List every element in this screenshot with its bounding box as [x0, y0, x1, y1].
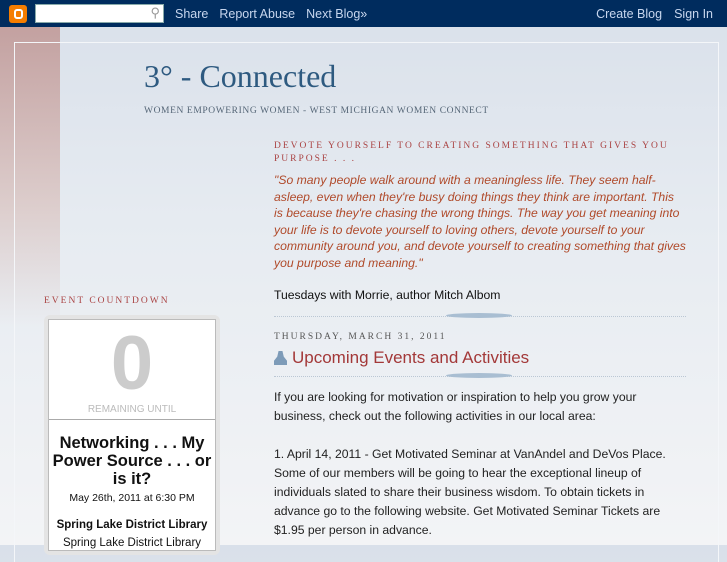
blogger-logo-icon[interactable]	[9, 4, 27, 23]
post-body: If you are looking for motivation or ins…	[274, 388, 686, 540]
post-paragraph: If you are looking for motivation or ins…	[274, 390, 637, 423]
event-date: May 26th, 2011 at 6:30 PM	[69, 492, 195, 504]
search-icon[interactable]: ⚲	[150, 5, 160, 21]
main-column: DEVOTE YOURSELF TO CREATING SOMETHING TH…	[274, 140, 686, 559]
countdown-widget: 0 REMAINING UNTIL Networking . . . My Po…	[44, 315, 220, 555]
quote-attribution: Tuesdays with Morrie, author Mitch Albom	[274, 288, 501, 302]
event-title: Networking . . . My Power Source . . . o…	[52, 434, 212, 488]
divider	[274, 310, 686, 322]
event-location: Spring Lake District Library	[56, 519, 208, 531]
blog-title[interactable]: 3° - Connected	[144, 58, 336, 95]
report-abuse-link[interactable]: Report Abuse	[219, 7, 295, 21]
sign-in-link[interactable]: Sign In	[674, 7, 713, 21]
share-link[interactable]: Share	[175, 7, 208, 21]
next-blog-link[interactable]: Next Blog»	[306, 7, 367, 21]
event-countdown-heading: EVENT COUNTDOWN	[44, 296, 170, 306]
quote-heading: DEVOTE YOURSELF TO CREATING SOMETHING TH…	[274, 141, 669, 164]
post-paragraph: 1. April 14, 2011 - Get Motivated Semina…	[274, 447, 666, 537]
blogger-navbar: ⚲ Share Report Abuse Next Blog» Create B…	[0, 0, 727, 27]
post-title-text[interactable]: Upcoming Events and Activities	[292, 348, 529, 368]
post-title[interactable]: Upcoming Events and Activities	[274, 348, 686, 368]
divider	[274, 370, 686, 382]
quote-text: "So many people walk around with a meani…	[274, 173, 686, 270]
search-input[interactable]: ⚲	[35, 4, 164, 23]
blog-description: WOMEN EMPOWERING WOMEN - WEST MICHIGAN W…	[144, 106, 489, 116]
event-location-detail: Spring Lake District Library	[62, 537, 202, 549]
countdown-number: 0	[110, 321, 154, 406]
post-date: THURSDAY, MARCH 31, 2011	[274, 332, 447, 342]
lighthouse-icon	[274, 351, 287, 365]
remaining-label: REMAINING UNTIL	[49, 404, 215, 420]
create-blog-link[interactable]: Create Blog	[596, 7, 662, 21]
